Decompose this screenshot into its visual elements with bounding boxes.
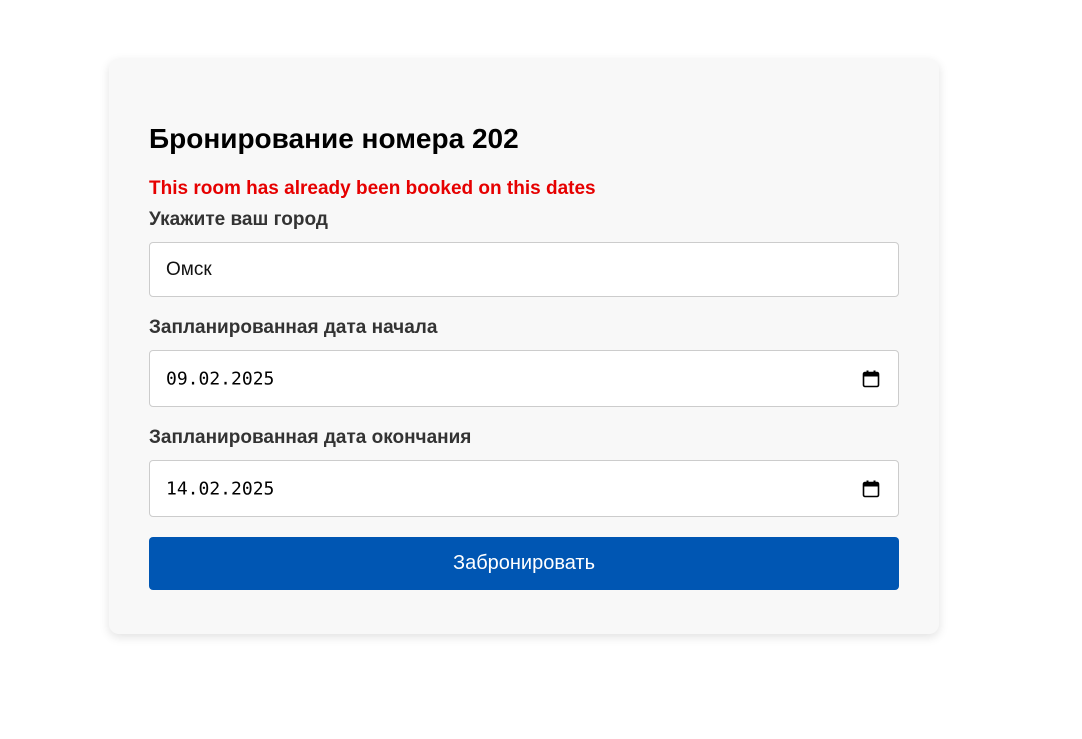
booking-form-card: Бронирование номера 202 This room has al… xyxy=(109,59,939,634)
end-date-input[interactable]: 14.02.2025 xyxy=(149,460,899,517)
start-date-value: 09.02.2025 xyxy=(166,368,275,389)
book-button[interactable]: Забронировать xyxy=(149,537,899,590)
end-date-label: Запланированная дата окончания xyxy=(149,427,472,448)
page-title: Бронирование номера 202 xyxy=(149,123,519,154)
start-date-label: Запланированная дата начала xyxy=(149,317,438,338)
start-date-input[interactable]: 09.02.2025 xyxy=(149,350,899,407)
end-date-value: 14.02.2025 xyxy=(166,478,275,499)
calendar-icon[interactable] xyxy=(862,480,880,498)
calendar-icon[interactable] xyxy=(862,370,880,388)
city-input-value: Омск xyxy=(166,258,212,280)
error-message: This room has already been booked on thi… xyxy=(149,178,596,199)
city-input[interactable]: Омск xyxy=(149,242,899,297)
city-label: Укажите ваш город xyxy=(149,209,328,230)
